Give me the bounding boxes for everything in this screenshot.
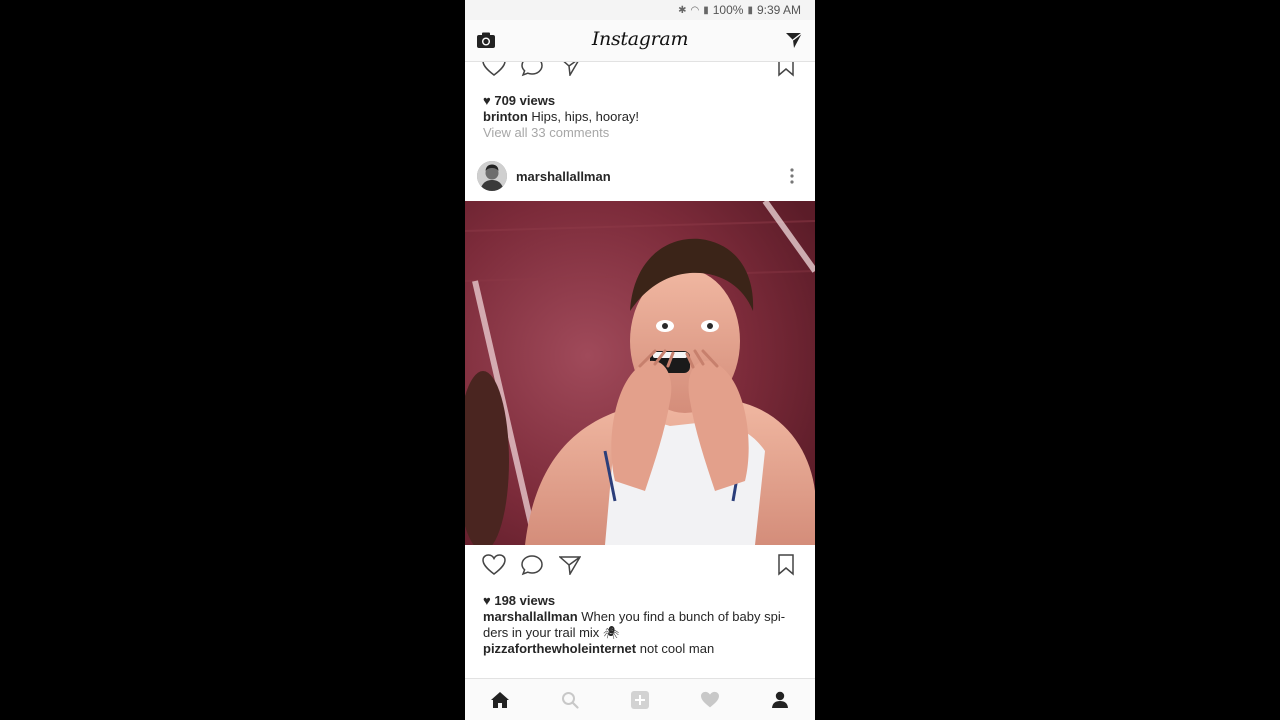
prev-post-actions xyxy=(465,62,815,82)
heart-icon[interactable] xyxy=(480,62,508,80)
post-header: marshallallman xyxy=(465,161,815,201)
avatar[interactable] xyxy=(477,161,507,191)
caption: marshallallman When you find a bunch of … xyxy=(483,609,786,624)
send-icon[interactable] xyxy=(783,29,805,51)
post-meta: ♥ 198 views marshallallman When you find… xyxy=(483,593,803,657)
comment: pizzaforthewholeinternet not cool man xyxy=(483,641,715,656)
caption-continued: ders in your trail mix 🕷 xyxy=(483,625,620,640)
app-logo: Instagram xyxy=(591,28,689,50)
phone-screen: ✱ ◠ ▮ 100% ▮ 9:39 AM Instagram ♥ 709 vie… xyxy=(465,0,815,720)
post-photo[interactable] xyxy=(465,201,815,545)
bottom-navigation xyxy=(465,678,815,720)
heart-icon[interactable] xyxy=(696,687,724,713)
clock: 9:39 AM xyxy=(756,3,801,17)
send-icon[interactable] xyxy=(556,62,584,80)
view-all-comments-link[interactable]: View all 33 comments xyxy=(483,125,639,141)
bookmark-icon[interactable] xyxy=(772,551,800,579)
battery-icon: ▮ xyxy=(747,4,753,16)
comment-username[interactable]: pizzaforthewholeinternet xyxy=(483,641,636,656)
send-icon[interactable] xyxy=(556,551,584,579)
post-actions xyxy=(465,551,815,581)
caption: brinton Hips, hips, hooray! xyxy=(483,109,640,124)
person-icon[interactable] xyxy=(766,687,794,713)
caption-username[interactable]: marshallallman xyxy=(483,609,578,624)
prev-post-meta: ♥ 709 views brinton Hips, hips, hooray! … xyxy=(483,93,639,141)
more-options-icon[interactable] xyxy=(787,163,797,189)
wifi-icon: ◠ xyxy=(690,4,700,16)
views-count: ♥ 709 views xyxy=(483,93,556,108)
signal-icon: ▮ xyxy=(703,4,709,16)
app-header: Instagram xyxy=(465,20,815,62)
heart-icon: ♥ xyxy=(483,93,491,108)
heart-icon[interactable] xyxy=(480,551,508,579)
feed[interactable]: ♥ 709 views brinton Hips, hips, hooray! … xyxy=(465,62,815,678)
status-bar: ✱ ◠ ▮ 100% ▮ 9:39 AM xyxy=(465,0,815,20)
plus-square-icon[interactable] xyxy=(626,687,654,713)
views-count: ♥ 198 views xyxy=(483,593,556,608)
comment-icon[interactable] xyxy=(518,62,546,80)
bookmark-icon[interactable] xyxy=(772,62,800,80)
heart-icon: ♥ xyxy=(483,593,491,608)
search-icon[interactable] xyxy=(556,687,584,713)
comment-icon[interactable] xyxy=(518,551,546,579)
caption-username[interactable]: brinton xyxy=(483,109,528,124)
home-icon[interactable] xyxy=(486,687,514,713)
post-image-illustration xyxy=(465,201,815,545)
bluetooth-icon: ✱ xyxy=(678,4,687,16)
post-username[interactable]: marshallallman xyxy=(516,169,611,184)
battery-level: 100% xyxy=(712,3,744,17)
